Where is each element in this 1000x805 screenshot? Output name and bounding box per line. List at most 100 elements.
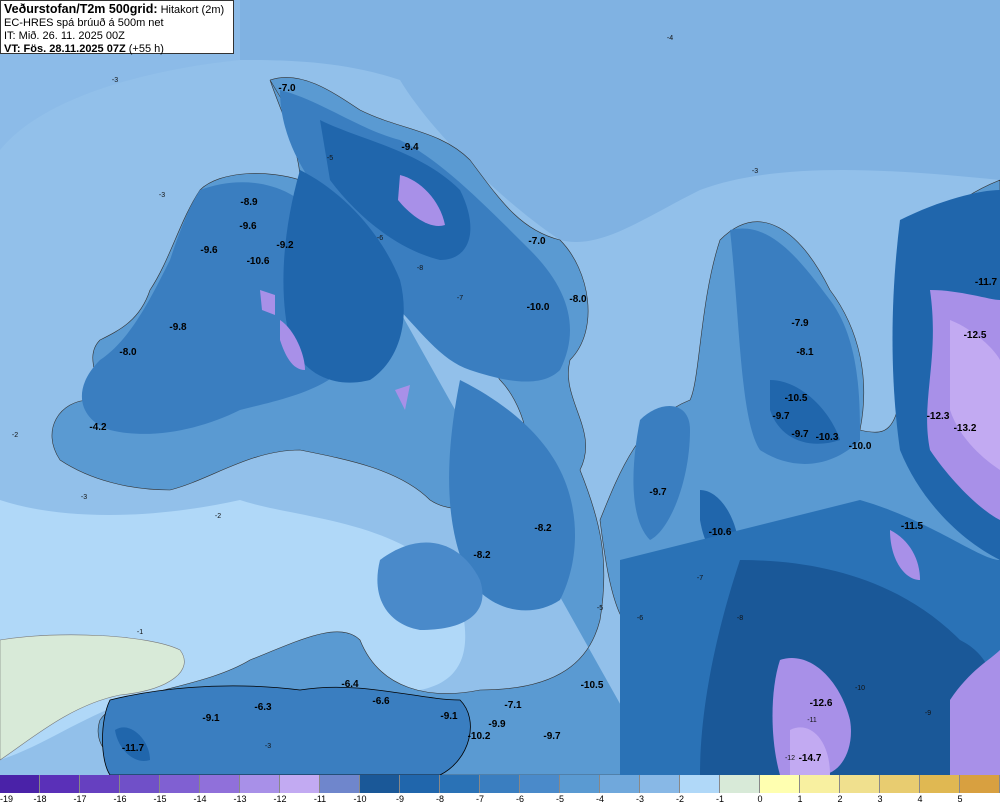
temperature-value-label: -8.2 — [534, 523, 552, 534]
colorbar-swatch — [320, 775, 360, 793]
temperature-value-label: -10.5 — [785, 393, 808, 404]
model-line: EC-HRES spá brúuð á 500m net — [4, 17, 164, 29]
contour-label: -12 — [785, 755, 795, 762]
title-line: Veðurstofan/T2m 500grid: Hitakort (2m) — [4, 3, 230, 17]
temperature-value-label: -9.6 — [200, 245, 218, 256]
colorbar-tick-label: 4 — [917, 794, 923, 804]
contour-label: -6 — [637, 615, 643, 622]
colorbar-swatch — [200, 775, 240, 793]
colorbar-swatch — [520, 775, 560, 793]
contour-label: -2 — [12, 432, 18, 439]
map-title-box: Veðurstofan/T2m 500grid: Hitakort (2m) E… — [0, 0, 234, 56]
colorbar-tick-label: -1 — [715, 794, 725, 804]
contour-label: -8 — [417, 265, 423, 272]
contour-label: -3 — [112, 77, 118, 84]
colorbar-swatch — [760, 775, 800, 793]
contour-label: -4 — [667, 35, 673, 42]
colorbar-swatches — [0, 775, 1000, 793]
colorbar-swatch — [600, 775, 640, 793]
temperature-value-label: -6.3 — [254, 702, 272, 713]
colorbar-tick-label: 3 — [877, 794, 883, 804]
temperature-value-label: -9.7 — [649, 487, 667, 498]
temperature-map[interactable]: -4 -3 -3 -3 -2 -3 -2 -1 -3 -5 -6 -7 -8 -5 -6 -7 -8 -10 -11… — [0, 0, 1000, 775]
colorbar-tick-label: -17 — [73, 794, 87, 804]
colorbar-tick-label: -2 — [675, 794, 685, 804]
temperature-value-label: -7.0 — [278, 83, 296, 94]
contour-label: -3 — [265, 743, 271, 750]
colorbar-tick-label: -10 — [353, 794, 367, 804]
temperature-value-label: -9.7 — [791, 429, 809, 440]
contour-label: -10 — [855, 685, 865, 692]
colorbar-swatch — [80, 775, 120, 793]
colorbar-tick-label: 1 — [797, 794, 803, 804]
temperature-value-label: -4.2 — [89, 422, 107, 433]
colorbar-swatch — [480, 775, 520, 793]
temperature-value-label: -8.2 — [473, 550, 491, 561]
temperature-value-label: -8.0 — [569, 294, 587, 305]
contour-label: -7 — [697, 575, 703, 582]
colorbar-swatch — [640, 775, 680, 793]
temperature-value-label: -6.6 — [372, 696, 390, 707]
temperature-value-label: -10.6 — [709, 527, 732, 538]
colorbar-swatch — [440, 775, 480, 793]
temperature-value-label: -8.9 — [240, 197, 258, 208]
valid-time-line: VT: Fös. 28.11.2025 07Z (+55 h) — [4, 43, 230, 56]
colorbar-tick-label: -4 — [595, 794, 605, 804]
temperature-value-label: -13.2 — [954, 423, 977, 434]
contour-label: -7 — [457, 295, 463, 302]
colorbar-tick-label: -12 — [273, 794, 287, 804]
temperature-value-label: -9.6 — [239, 221, 257, 232]
temperature-value-label: -7.0 — [528, 236, 546, 247]
colorbar-swatch — [560, 775, 600, 793]
colorbar-tick-label: -6 — [515, 794, 525, 804]
colorbar-swatch — [360, 775, 400, 793]
contour-label: -9 — [925, 710, 931, 717]
contour-label: -5 — [597, 605, 603, 612]
contour-label: -6 — [377, 235, 383, 242]
colorbar-tick-label: -13 — [233, 794, 247, 804]
lead-time: (+55 h) — [128, 43, 164, 55]
contour-label: -5 — [327, 155, 333, 162]
colorbar-tick-label: -15 — [153, 794, 167, 804]
temperature-colorbar: -19 -18 -17 -16 -15 -14 -13 -12 -11 -10 -9 -8 -7 -6 -5… — [0, 775, 1000, 805]
contour-label: -3 — [752, 168, 758, 175]
init-time: IT: Mið. 26. 11. 2025 00Z — [4, 30, 125, 42]
temperature-value-label: -6.4 — [341, 679, 359, 690]
temperature-value-label: -11.5 — [901, 521, 924, 532]
temperature-value-label: -12.5 — [964, 330, 987, 341]
temperature-value-label: -9.1 — [440, 711, 458, 722]
colorbar-swatch — [920, 775, 960, 793]
temperature-value-label: -9.7 — [772, 411, 790, 422]
title-bold: Veðurstofan/T2m 500grid: — [4, 2, 158, 16]
land-snaefellsnes — [102, 685, 471, 775]
colorbar-swatch — [40, 775, 80, 793]
colorbar-tick-label: -7 — [475, 794, 485, 804]
colorbar-swatch — [400, 775, 440, 793]
colorbar-swatch — [800, 775, 840, 793]
temperature-value-label: -7.9 — [791, 318, 809, 329]
temperature-value-label: -8.0 — [119, 347, 137, 358]
temperature-value-label: -10.0 — [849, 441, 872, 452]
contour-label: -2 — [215, 513, 221, 520]
temperature-value-label: -10.2 — [468, 731, 491, 742]
colorbar-tick-label: 5 — [957, 794, 963, 804]
colorbar-tick-label: -16 — [113, 794, 127, 804]
temperature-value-label: -7.1 — [504, 700, 522, 711]
temperature-value-label: -9.8 — [169, 322, 187, 333]
colorbar-tick-label: -18 — [33, 794, 47, 804]
colorbar-swatch — [160, 775, 200, 793]
colorbar-swatch — [880, 775, 920, 793]
colorbar-tick-label: -19 — [0, 794, 14, 804]
colorbar-tick-label: -5 — [555, 794, 565, 804]
colorbar-tick-label: -8 — [435, 794, 445, 804]
colorbar-tick-label: -9 — [395, 794, 405, 804]
colorbar-tick-label: -11 — [313, 794, 327, 804]
colorbar-ticks: -19 -18 -17 -16 -15 -14 -13 -12 -11 -10 -9 -8 -7 -6 -5… — [0, 794, 1000, 805]
temperature-value-label: -14.7 — [799, 753, 822, 764]
colorbar-swatch — [0, 775, 40, 793]
colorbar-tick-label: 0 — [757, 794, 763, 804]
temperature-value-label: -9.2 — [276, 240, 294, 251]
temperature-value-label: -9.1 — [202, 713, 220, 724]
colorbar-tick-label: 2 — [837, 794, 843, 804]
colorbar-tick-label: -14 — [193, 794, 207, 804]
